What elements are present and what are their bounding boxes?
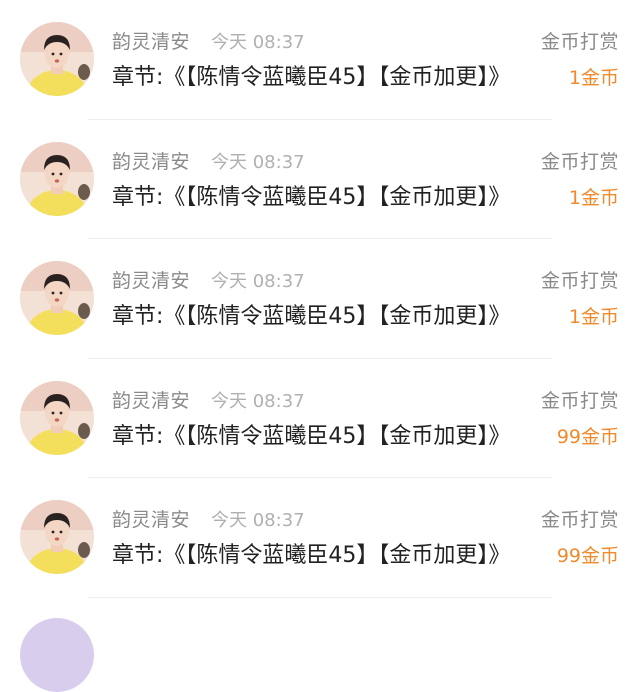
avatar bbox=[20, 617, 94, 692]
sender-name: 韵灵清安 bbox=[112, 270, 191, 292]
reward-type: 金币打赏 bbox=[540, 31, 619, 53]
reward-item[interactable]: 韵灵清安 今天 08:37 金币打赏 章节:《【陈情令蓝曦臣45】【金币加更】》… bbox=[0, 359, 640, 478]
reward-item[interactable]: 韵灵清安 今天 08:37 金币打赏 章节:《【陈情令蓝曦臣45】【金币加更】》… bbox=[0, 239, 640, 359]
sender-name: 韵灵清安 bbox=[112, 389, 191, 412]
chapter-title: 章节:《【陈情令蓝曦臣45】【金币加更】》 bbox=[112, 543, 511, 568]
sender-name: 韵灵清安 bbox=[112, 509, 191, 531]
timestamp: 今天 08:37 bbox=[211, 151, 305, 173]
chapter-title: 章节:《【陈情令蓝曦臣45】【金币加更】》 bbox=[112, 304, 511, 329]
reward-type: 金币打赏 bbox=[540, 270, 619, 292]
avatar[interactable] bbox=[20, 22, 94, 96]
avatar[interactable] bbox=[20, 261, 94, 335]
reward-type: 金币打赏 bbox=[540, 389, 619, 412]
chapter-title: 章节:《【陈情令蓝曦臣45】【金币加更】》 bbox=[112, 423, 511, 449]
reward-item[interactable]: 韵灵清安 今天 08:37 金币打赏 章节:《【陈情令蓝曦臣45】【金币加更】》… bbox=[0, 0, 640, 120]
reward-amount: 99金币 bbox=[556, 425, 619, 448]
avatar[interactable] bbox=[20, 141, 94, 216]
reward-amount: 1金币 bbox=[568, 306, 619, 328]
timestamp: 今天 08:37 bbox=[211, 32, 305, 53]
reward-amount: 1金币 bbox=[568, 67, 619, 89]
reward-amount: 99金币 bbox=[556, 545, 619, 567]
reward-item-partial bbox=[0, 598, 640, 692]
timestamp: 今天 08:37 bbox=[211, 510, 305, 531]
sender-name: 韵灵清安 bbox=[112, 150, 191, 173]
reward-item[interactable]: 韵灵清安 今天 08:37 金币打赏 章节:《【陈情令蓝曦臣45】【金币加更】》… bbox=[0, 120, 640, 239]
reward-type: 金币打赏 bbox=[540, 150, 619, 173]
chapter-title: 章节:《【陈情令蓝曦臣45】【金币加更】》 bbox=[112, 65, 511, 90]
avatar[interactable] bbox=[20, 500, 94, 574]
chapter-title: 章节:《【陈情令蓝曦臣45】【金币加更】》 bbox=[112, 184, 511, 210]
reward-type: 金币打赏 bbox=[540, 509, 619, 531]
reward-item[interactable]: 韵灵清安 今天 08:37 金币打赏 章节:《【陈情令蓝曦臣45】【金币加更】》… bbox=[0, 478, 640, 598]
sender-name: 韵灵清安 bbox=[112, 31, 191, 53]
timestamp: 今天 08:37 bbox=[211, 390, 305, 412]
reward-amount: 1金币 bbox=[568, 186, 619, 209]
timestamp: 今天 08:37 bbox=[211, 271, 305, 292]
reward-list: 韵灵清安 今天 08:37 金币打赏 章节:《【陈情令蓝曦臣45】【金币加更】》… bbox=[0, 0, 640, 692]
avatar[interactable] bbox=[20, 380, 94, 455]
